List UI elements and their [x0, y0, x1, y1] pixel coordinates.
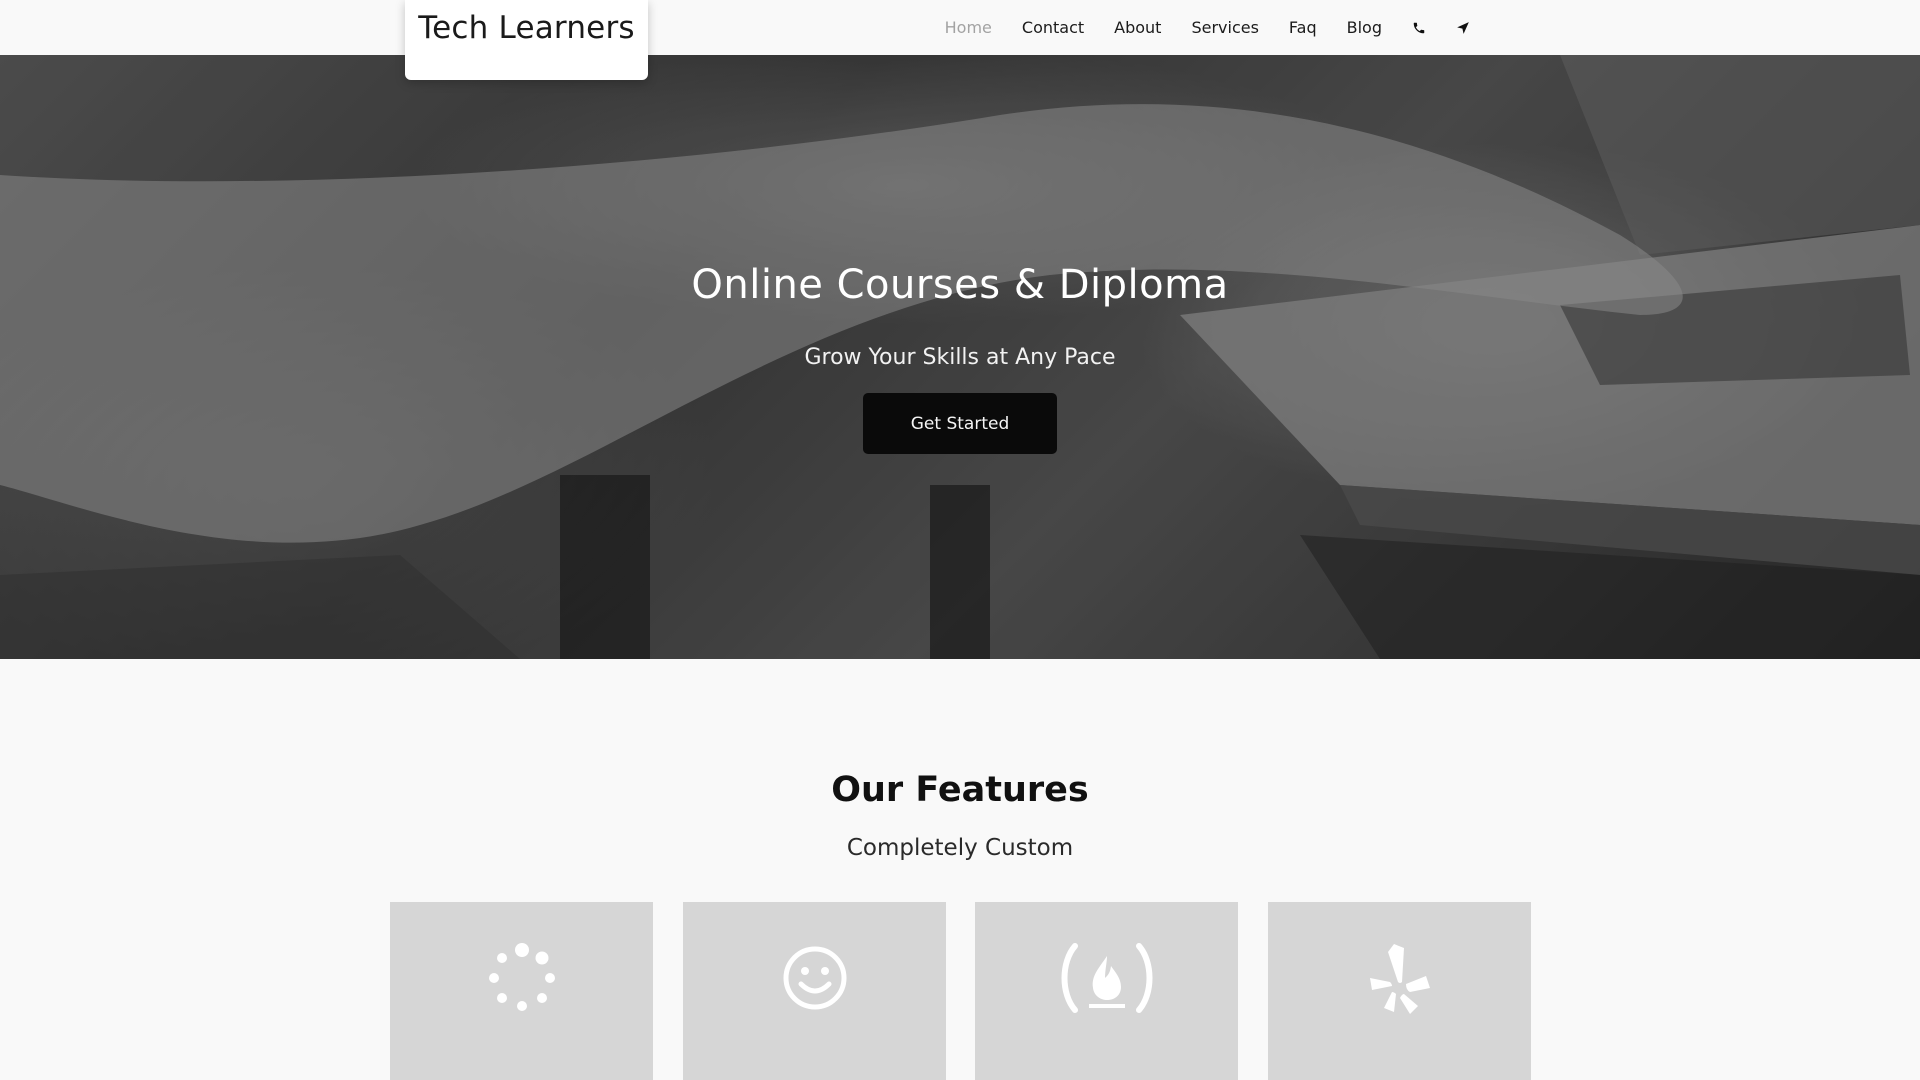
hero-section: Online Courses & Diploma Grow Your Skill… [0, 55, 1920, 659]
nav-link-faq[interactable]: Faq [1274, 18, 1332, 37]
nav-link-services[interactable]: Services [1176, 18, 1273, 37]
feature-cards [390, 902, 1531, 1080]
features-subtitle: Completely Custom [846, 835, 1074, 861]
phone-icon[interactable] [1397, 0, 1441, 55]
nav-link-blog[interactable]: Blog [1332, 18, 1397, 37]
top-navbar: Home Contact About Services Faq Blog [0, 0, 1920, 55]
nav-link-home[interactable]: Home [930, 18, 1007, 37]
nav-link-contact[interactable]: Contact [1007, 18, 1099, 37]
feature-card-4[interactable] [1268, 902, 1531, 1080]
hero-title: Online Courses & Diploma [691, 262, 1229, 308]
features-title: Our Features [831, 770, 1089, 810]
feature-card-2[interactable] [683, 902, 946, 1080]
feature-card-3[interactable] [975, 902, 1238, 1080]
hero-subtitle: Grow Your Skills at Any Pace [804, 345, 1116, 370]
spinner-icon [488, 943, 555, 1011]
free-code-camp-icon [1061, 943, 1152, 1013]
main-nav: Home Contact About Services Faq Blog [930, 0, 1485, 55]
yelp-icon [1369, 944, 1430, 1014]
get-started-button[interactable]: Get Started [863, 393, 1057, 454]
brand-logo[interactable]: Tech Learners [405, 0, 648, 80]
smile-icon [783, 946, 846, 1010]
hero-content: Online Courses & Diploma Grow Your Skill… [0, 55, 1920, 659]
feature-card-1[interactable] [390, 902, 653, 1080]
location-arrow-icon[interactable] [1441, 0, 1485, 55]
nav-link-about[interactable]: About [1099, 18, 1176, 37]
